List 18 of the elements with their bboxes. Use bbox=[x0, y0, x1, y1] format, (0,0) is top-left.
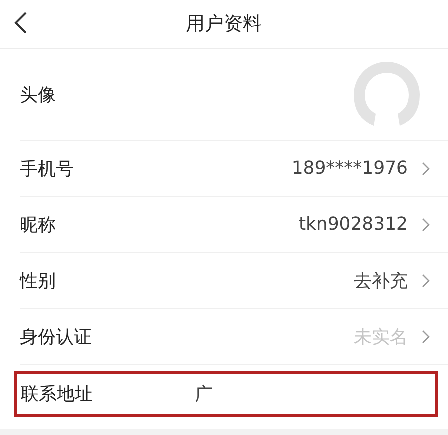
row-value: 去补充 bbox=[354, 270, 408, 292]
row-label: 联系地址 bbox=[21, 383, 93, 406]
chevron-icon[interactable] bbox=[422, 330, 430, 344]
row-value: tkn9028312 bbox=[298, 214, 408, 235]
row-label: 身份认证 bbox=[20, 326, 92, 348]
row-value: 广 bbox=[195, 383, 213, 406]
row-value: 189****1976 bbox=[292, 158, 408, 179]
row-label: 头像 bbox=[20, 84, 56, 106]
row-value: 未实名 bbox=[354, 326, 408, 348]
chevron-icon[interactable] bbox=[422, 274, 430, 288]
row-label: 昵称 bbox=[20, 214, 56, 236]
page-title: 用户资料 bbox=[186, 12, 262, 37]
chevron-icon[interactable] bbox=[422, 218, 430, 232]
chevron-icon[interactable] bbox=[422, 162, 430, 176]
row-label: 手机号 bbox=[20, 158, 74, 180]
back-icon[interactable] bbox=[14, 11, 28, 35]
highlighted-row[interactable]: 联系地址 广 bbox=[14, 371, 438, 417]
row-label: 性别 bbox=[20, 270, 56, 292]
